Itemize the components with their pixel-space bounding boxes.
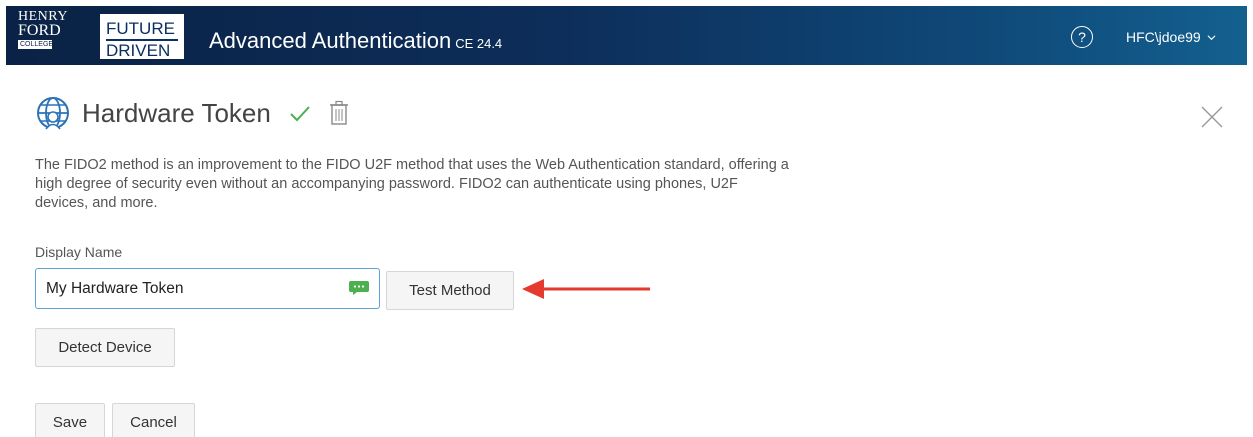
display-name-input[interactable]: My Hardware Token	[46, 280, 336, 298]
cancel-button[interactable]: Cancel	[112, 403, 195, 437]
logo-line-ford: FORD	[18, 22, 61, 39]
user-name: HFC\jdoe99	[1126, 29, 1201, 45]
password-manager-icon[interactable]	[348, 280, 370, 296]
display-name-field[interactable]: My Hardware Token	[35, 268, 380, 309]
top-navbar: HENRY FORD COLLEGE FUTURE DRIVEN Advance…	[6, 6, 1247, 65]
red-arrow-annotation	[522, 279, 650, 299]
logo-line-college: COLLEGE	[18, 40, 54, 49]
save-button[interactable]: Save	[35, 403, 105, 437]
page-title: Hardware Token	[82, 97, 271, 128]
trash-icon[interactable]	[329, 100, 349, 126]
display-name-label: Display Name	[35, 244, 123, 260]
method-description: The FIDO2 method is an improvement to th…	[35, 157, 789, 211]
test-method-button[interactable]: Test Method	[386, 271, 514, 310]
app-version: CE 24.4	[455, 36, 503, 51]
check-icon	[290, 106, 310, 122]
close-icon[interactable]	[1200, 105, 1224, 129]
app-title-text: Advanced Authentication	[209, 28, 452, 53]
future-driven-logo: FUTURE DRIVEN	[100, 14, 184, 59]
chevron-down-icon	[1207, 34, 1216, 40]
help-icon[interactable]: ?	[1071, 26, 1093, 48]
user-menu[interactable]: HFC\jdoe99	[1126, 29, 1216, 45]
page-title-row: Hardware Token	[36, 96, 349, 130]
henry-ford-college-logo: HENRY FORD COLLEGE	[18, 10, 67, 60]
logo-line-future: FUTURE	[106, 19, 175, 38]
detect-device-button[interactable]: Detect Device	[35, 328, 175, 367]
logo-line-driven: DRIVEN	[106, 39, 178, 57]
globe-user-icon	[37, 97, 69, 130]
app-title: Advanced Authentication CE 24.4	[209, 28, 502, 54]
